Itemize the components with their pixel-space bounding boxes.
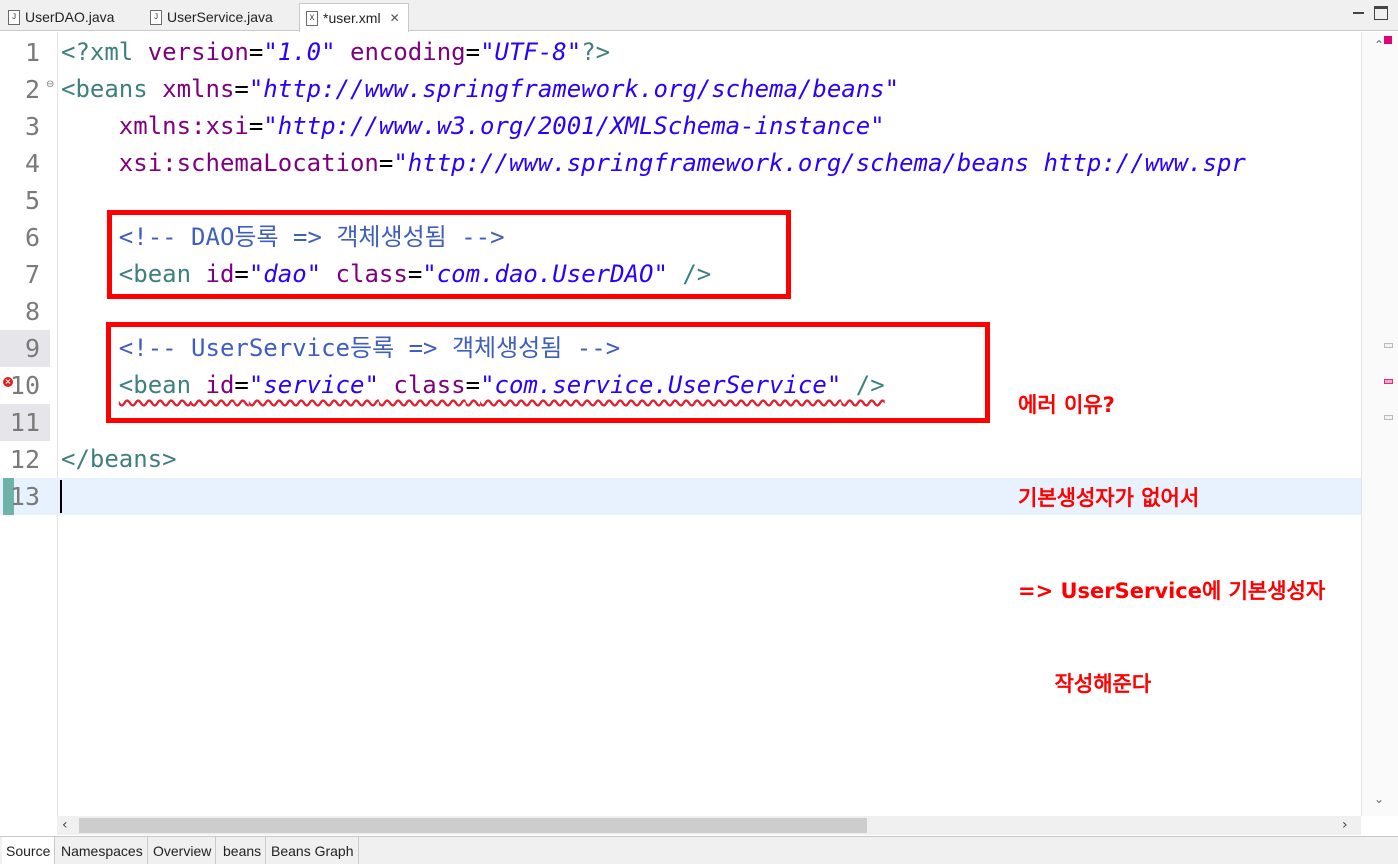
tab-label: UserDAO.java [25,9,115,25]
scroll-down-icon[interactable]: ⌄ [1374,792,1384,806]
line-number: 7 [24,260,40,289]
fold-collapse-icon[interactable]: ⊖ [46,79,54,90]
tab-user-xml[interactable]: X *user.xml ✕ [299,3,409,32]
code-text: xsi:schemaLocation="http://www.springfra… [118,149,1246,177]
tab-userdao-java[interactable]: J UserDAO.java [2,3,140,31]
line-number: 9 [0,330,50,367]
code-text: <beans xmlns="http://www.springframework… [61,75,900,103]
annotation-line: => UserService에 기본생성자 [1018,579,1326,603]
editor-page-tabs: Source Namespaces Overview beans Beans G… [0,836,1398,864]
error-annotation: 에러 이유? 기본생성자가 없어서 => UserService에 기본생성자 … [1018,328,1325,762]
line-number: 2 [24,75,40,104]
scrollbar-thumb[interactable] [79,818,867,833]
tab-overview[interactable]: Overview [149,837,217,864]
highlight-box-dao [107,210,791,299]
tab-userservice-java[interactable]: J UserService.java [144,3,299,31]
tab-namespaces[interactable]: Namespaces [57,837,148,864]
overview-ruler[interactable]: ⌃ ⌄ [1361,32,1398,816]
code-text: </beans> [61,445,177,473]
occurrence-marker[interactable] [1384,343,1393,348]
code-line: 3 xmlns:xsi="http://www.w3.org/2001/XMLS… [0,108,1361,145]
line-number: 3 [24,112,40,141]
line-number: 11 [0,404,50,441]
line-number: 13 [9,482,40,511]
close-icon[interactable]: ✕ [390,11,400,25]
error-summary-icon[interactable] [1384,36,1392,44]
editor-tab-bar: J UserDAO.java J UserService.java X *use… [0,0,1398,32]
highlight-box-service [106,322,990,423]
line-number: 5 [24,186,40,215]
tab-label: *user.xml [323,10,381,26]
error-marker[interactable] [1384,379,1393,384]
xml-file-icon: X [306,10,318,26]
scroll-left-icon[interactable]: ‹ [62,816,68,835]
code-text: xmlns:xsi="http://www.w3.org/2001/XMLSch… [118,112,885,140]
tab-beans[interactable]: beans [219,837,267,864]
minimize-icon[interactable] [1352,6,1366,20]
tab-source[interactable]: Source [2,837,56,864]
line-number: 6 [24,223,40,252]
java-file-icon: J [8,9,20,25]
scroll-right-icon[interactable]: › [1342,816,1348,835]
line-number: 4 [24,149,40,178]
java-file-icon: J [150,9,162,25]
code-line: 2 ⊖ <beans xmlns="http://www.springframe… [0,71,1361,108]
line-number: 1 [24,38,40,67]
annotation-line: 에러 이유? [1018,393,1115,417]
code-line: 1 <?xml version="1.0" encoding="UTF-8"?> [0,34,1361,71]
tab-label: UserService.java [167,9,273,25]
code-line: 4 xsi:schemaLocation="http://www.springf… [0,145,1361,182]
tab-beans-graph[interactable]: Beans Graph [267,837,359,864]
code-text: <?xml version="1.0" encoding="UTF-8"?> [61,38,611,66]
annotation-line: 기본생성자가 없어서 [1018,486,1200,510]
occurrence-marker[interactable] [1384,415,1393,420]
scroll-up-icon[interactable]: ⌃ [1374,38,1384,52]
text-caret [60,480,62,513]
maximize-icon[interactable] [1374,6,1388,20]
horizontal-scrollbar[interactable]: ‹ › [57,816,1361,835]
error-icon[interactable]: × [3,377,13,387]
line-number: 8 [24,297,40,326]
line-number: 12 [9,445,40,474]
xml-source-editor[interactable]: 1 <?xml version="1.0" encoding="UTF-8"?>… [0,32,1361,816]
annotation-line: 작성해준다 [1018,672,1152,696]
